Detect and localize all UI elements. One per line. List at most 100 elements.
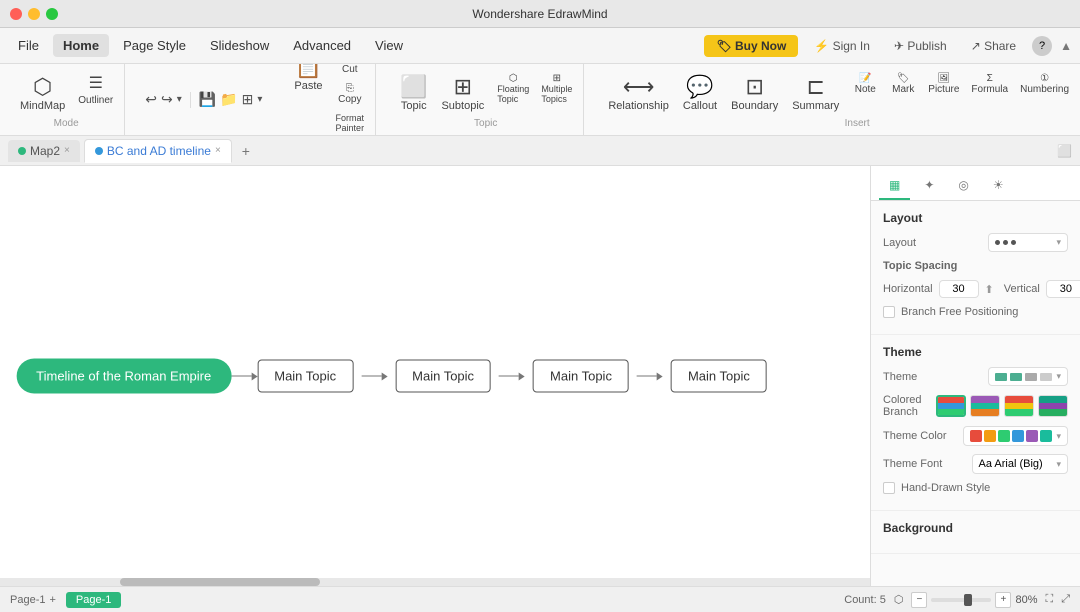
h-stepper[interactable]: ⬆ (985, 283, 994, 296)
sign-in-button[interactable]: ⚡ Sign In (806, 35, 878, 57)
save-button[interactable]: 💾 (199, 91, 216, 108)
theme-font-select[interactable]: Aa Arial (Big) ▾ (972, 454, 1069, 474)
paste-button[interactable]: 📋 Paste (288, 64, 328, 136)
more-actions[interactable]: ▾ (257, 94, 262, 105)
maximize-button[interactable] (46, 8, 58, 20)
vertical-input[interactable] (1046, 280, 1080, 298)
branch-free-checkbox[interactable] (883, 306, 895, 318)
undo-redo-group: ↩ ↪ ▾ 💾 📁 ⊞ ▾ (141, 91, 266, 108)
theme-select[interactable]: ▾ (988, 367, 1068, 386)
cb-option-1[interactable] (936, 395, 966, 417)
relationship-button[interactable]: ⟷ Relationship (602, 70, 675, 116)
zoom-in-button[interactable]: + (995, 592, 1011, 608)
canvas-area[interactable]: Timeline of the Roman Empire Main Topic (0, 166, 870, 586)
copy-button[interactable]: ⎘ Copy (331, 80, 370, 108)
tab-close-bc-ad[interactable]: × (215, 145, 221, 156)
root-node[interactable]: Timeline of the Roman Empire (16, 359, 231, 394)
redo-button[interactable]: ↪ (161, 91, 173, 108)
cb-option-2[interactable] (970, 395, 1000, 417)
help-button[interactable]: ? (1032, 36, 1052, 56)
scrollbar-thumb[interactable] (120, 578, 320, 586)
menu-slideshow[interactable]: Slideshow (200, 34, 279, 57)
note-button[interactable]: 📝 Note (847, 70, 883, 116)
topic-button[interactable]: ⬜ Topic (394, 70, 433, 116)
formula-icon: Σ (987, 73, 993, 84)
topic-spacing-row: Topic Spacing (883, 260, 1068, 272)
menu-bar: File Home Page Style Slideshow Advanced … (0, 28, 1080, 64)
collapse-button[interactable]: ▲ (1060, 39, 1072, 53)
topic-connector-2 (499, 372, 525, 380)
expand-canvas-button[interactable]: ⬜ (1057, 144, 1072, 158)
scrollbar-horizontal[interactable] (0, 578, 870, 586)
cb-option-3[interactable] (1004, 395, 1034, 417)
summary-button[interactable]: ⊏ Summary (786, 70, 845, 116)
more-button[interactable]: ⋯ More (1076, 70, 1080, 116)
cb-option-4[interactable] (1038, 395, 1068, 417)
publish-button[interactable]: ✈ Publish (886, 35, 955, 57)
map-icon-status[interactable]: ⬡ (894, 593, 904, 606)
layout-dots (995, 240, 1016, 245)
menu-file[interactable]: File (8, 34, 49, 57)
fullscreen-button[interactable]: ⤢ (1061, 593, 1070, 606)
outliner-button[interactable]: ☰ Outliner (73, 70, 118, 116)
buy-now-button[interactable]: 🏷 Buy Now (704, 35, 798, 57)
topic-node-2[interactable]: Main Topic (395, 360, 491, 393)
add-tab-button[interactable]: + (236, 143, 256, 159)
tab-map2[interactable]: Map2 × (8, 140, 80, 162)
share-button[interactable]: ↗ Share (963, 35, 1024, 57)
undo-button[interactable]: ↩ (145, 91, 157, 108)
minimize-button[interactable] (28, 8, 40, 20)
hand-drawn-checkbox[interactable] (883, 482, 895, 494)
cut-button[interactable]: ✂ Cut (331, 64, 370, 78)
layout-chevron: ▾ (1056, 237, 1061, 248)
topic-node-4[interactable]: Main Topic (671, 360, 767, 393)
panel-tab-clock[interactable]: ◎ (948, 172, 978, 200)
menu-home[interactable]: Home (53, 34, 109, 57)
topic-node-3[interactable]: Main Topic (533, 360, 629, 393)
theme-row: Theme ▾ (883, 367, 1068, 386)
boundary-button[interactable]: ⊡ Boundary (725, 70, 784, 116)
zoom-slider[interactable] (931, 598, 991, 602)
boundary-icon: ⊡ (745, 74, 763, 100)
picture-button[interactable]: 🖼 Picture (923, 70, 964, 116)
formula-button[interactable]: Σ Formula (966, 70, 1013, 116)
more-history[interactable]: ▾ (177, 94, 182, 105)
topic-icon: ⬜ (400, 74, 427, 100)
menu-advanced[interactable]: Advanced (283, 34, 361, 57)
layout-select[interactable]: ▾ (988, 233, 1068, 252)
main-layout: Timeline of the Roman Empire Main Topic (0, 166, 1080, 586)
theme-color-select[interactable]: ▾ (963, 426, 1068, 446)
topic-node-1[interactable]: Main Topic (257, 360, 353, 393)
menu-page-style[interactable]: Page Style (113, 34, 196, 57)
horizontal-label: Horizontal (883, 283, 933, 295)
format-button[interactable]: ⊞ (242, 91, 254, 108)
panel-tab-layout[interactable]: ▦ (879, 172, 910, 200)
theme-color-chevron: ▾ (1056, 431, 1061, 442)
numbering-button[interactable]: ① Numbering (1015, 70, 1074, 116)
subtopic-button[interactable]: ⊞ Subtopic (435, 70, 490, 116)
floating-topic-icon: ⬡ (509, 73, 518, 84)
format-painter-button[interactable]: Format Painter (331, 110, 370, 136)
tab-close-map2[interactable]: × (64, 145, 70, 156)
numbering-icon: ① (1040, 73, 1049, 84)
fit-screen-button[interactable]: ⛶ (1045, 593, 1053, 606)
mark-button[interactable]: 🏷 Mark (885, 70, 921, 116)
note-icon: 📝 (859, 73, 871, 84)
tab-bc-ad[interactable]: BC and AD timeline × (84, 139, 232, 163)
picture-icon: 🖼 (937, 73, 950, 84)
branch-free-row: Branch Free Positioning (883, 306, 1068, 318)
floating-topic-button[interactable]: ⬡ FloatingTopic (492, 70, 534, 116)
panel-tab-ai[interactable]: ✦ (914, 172, 944, 200)
active-page-tab[interactable]: Page-1 (66, 592, 121, 608)
zoom-out-button[interactable]: − (911, 592, 927, 608)
panel-tab-settings[interactable]: ☀ (983, 172, 1014, 200)
mode-label: Mode (54, 118, 79, 129)
menu-view[interactable]: View (365, 34, 413, 57)
callout-button[interactable]: 💬 Callout (677, 70, 723, 116)
mindmap-button[interactable]: ⬡ MindMap (14, 70, 71, 116)
open-button[interactable]: 📁 (220, 91, 237, 108)
close-button[interactable] (10, 8, 22, 20)
multiple-topics-button[interactable]: ⊞ MultipleTopics (536, 70, 577, 116)
horizontal-input[interactable] (939, 280, 979, 298)
add-page-button[interactable]: + (49, 594, 55, 606)
